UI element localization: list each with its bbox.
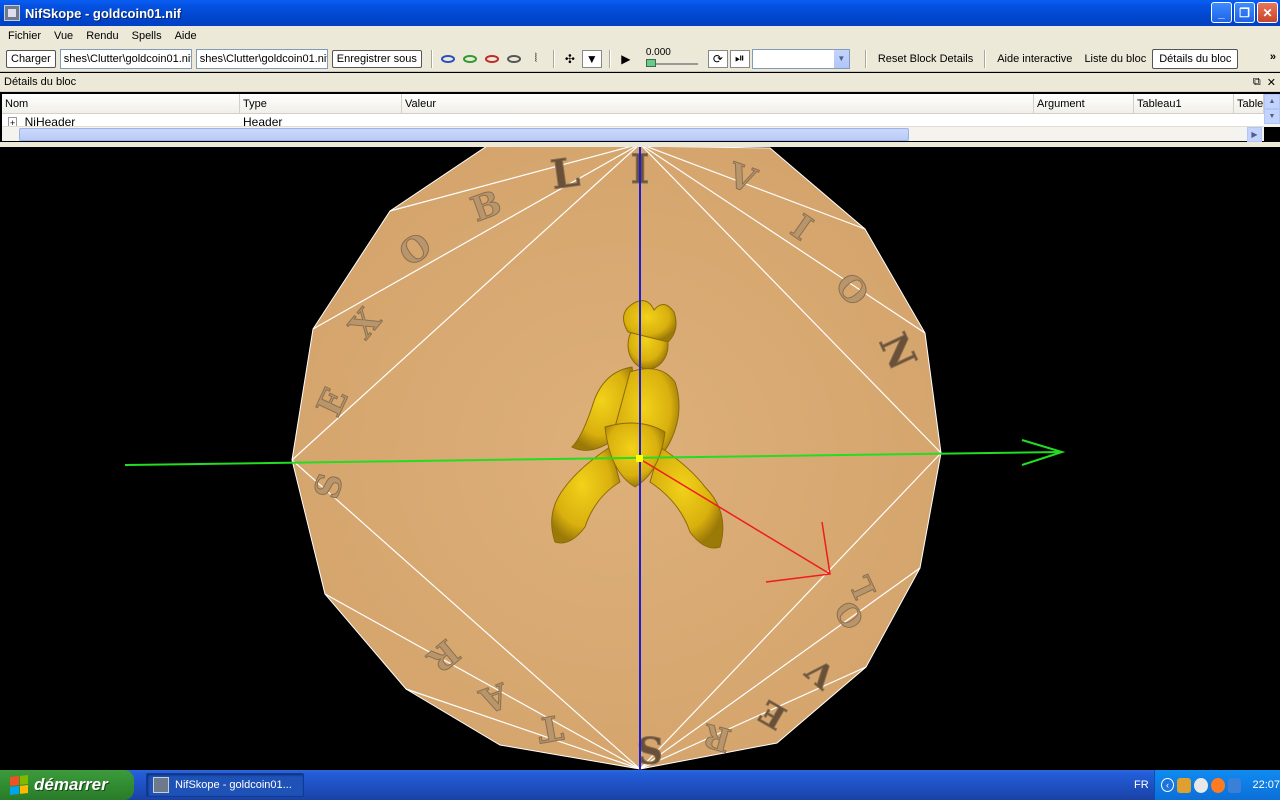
column-nom[interactable]: Nom — [2, 94, 240, 113]
float-panel-icon[interactable]: ⧉ — [1253, 76, 1261, 89]
nifskope-app-icon[interactable] — [4, 5, 20, 21]
minimize-button[interactable]: _ — [1211, 2, 1232, 23]
load-path-input[interactable]: shes\Clutter\goldcoin01.nif — [59, 48, 192, 69]
load-button[interactable]: Charger — [6, 49, 56, 68]
panel-title: Détails du bloc — [4, 76, 77, 88]
network-icon[interactable] — [1177, 777, 1191, 793]
scroll-up-icon[interactable]: ▲ — [1264, 94, 1280, 109]
windows-flag-icon — [10, 775, 28, 795]
horizontal-scrollbar[interactable]: ▶ — [2, 126, 1264, 142]
vertical-scrollbar[interactable]: ▲ ▼ — [1264, 94, 1280, 127]
toolbar-separator — [430, 49, 433, 68]
view-top-icon[interactable] — [482, 50, 502, 68]
system-tray: ‹ 22:07 — [1154, 770, 1280, 800]
language-indicator[interactable]: FR — [1134, 779, 1149, 791]
save-path-input[interactable]: shes\Clutter\goldcoin01.nif — [195, 48, 328, 69]
anim-slider-thumb[interactable] — [645, 58, 656, 67]
anim-time-slider[interactable]: 0.000 — [645, 46, 698, 70]
menu-aide[interactable]: Aide — [170, 30, 205, 42]
block-details-header: Détails du bloc — [0, 73, 1280, 92]
scroll-right-icon[interactable]: ▶ — [1247, 127, 1262, 142]
toolbar-separator — [608, 49, 611, 68]
tray-expand-icon[interactable]: ‹ — [1161, 778, 1175, 792]
render-viewport[interactable]: L I S E X O B V I O N L O V E R S R A T — [0, 147, 1280, 770]
menu-rendu[interactable]: Rendu — [81, 30, 126, 42]
scrollbar-thumb[interactable] — [19, 128, 909, 141]
close-panel-icon[interactable]: ✕ — [1267, 76, 1276, 89]
maximize-button[interactable]: ❐ — [1234, 2, 1255, 23]
menu-fichier[interactable]: Fichier — [3, 30, 49, 42]
toolbar-separator — [864, 49, 867, 68]
menu-vue[interactable]: Vue — [49, 30, 81, 42]
security-icon[interactable] — [1193, 777, 1208, 793]
move-tool-icon[interactable]: ✣ — [560, 50, 580, 68]
coin-render: L I S E X O B V I O N L O V E R S R A T — [124, 147, 1066, 770]
view-front-icon[interactable] — [438, 50, 458, 68]
switch-anim-icon[interactable]: ⏯ — [729, 49, 750, 68]
task-label: NifSkope - goldcoin01... — [175, 779, 292, 791]
taskbar-item-nifskope[interactable]: NifSkope - goldcoin01... — [146, 773, 304, 797]
taskbar: démarrer NifSkope - goldcoin01... FR ‹ 2… — [0, 770, 1280, 800]
start-label: démarrer — [34, 775, 108, 794]
title-bar: NifSkope - goldcoin01.nif _ ❐ ✕ — [0, 0, 1280, 26]
block-list-button[interactable]: Liste du bloc — [1078, 53, 1152, 65]
interactive-help-button[interactable]: Aide interactive — [991, 53, 1078, 65]
walk-mode-icon[interactable]: ⦚ — [526, 50, 546, 68]
close-button[interactable]: ✕ — [1257, 2, 1278, 23]
dropdown-chevron-icon[interactable]: ▼ — [581, 49, 602, 68]
origin-marker — [636, 455, 643, 462]
start-button[interactable]: démarrer — [0, 770, 134, 800]
play-icon[interactable]: ▶ — [616, 50, 636, 68]
table-header: Nom Type Valeur Argument Tableau1 Table — [2, 94, 1264, 114]
save-as-button[interactable]: Enregistrer sous — [331, 49, 422, 68]
menu-bar: Fichier Vue Rendu Spells Aide — [0, 26, 1280, 46]
column-tableau1[interactable]: Tableau1 — [1134, 94, 1234, 113]
window-title: NifSkope - goldcoin01.nif — [25, 5, 182, 21]
toolbar-separator — [552, 49, 555, 68]
view-user-icon[interactable] — [504, 50, 524, 68]
loop-icon[interactable]: ⟳ — [707, 49, 728, 68]
column-type[interactable]: Type — [240, 94, 402, 113]
toolbar-separator — [984, 49, 987, 68]
nifskope-task-icon — [153, 777, 169, 793]
menu-spells[interactable]: Spells — [127, 30, 170, 42]
view-side-icon[interactable] — [460, 50, 480, 68]
block-details-table: Nom Type Valeur Argument Tableau1 Table … — [2, 94, 1264, 127]
column-valeur[interactable]: Valeur — [402, 94, 1034, 113]
chevron-down-icon[interactable]: ▼ — [832, 49, 849, 68]
reset-block-details-button[interactable]: Reset Block Details — [872, 53, 979, 65]
volume-icon[interactable] — [1227, 777, 1242, 793]
app-tray-icon[interactable] — [1210, 777, 1225, 793]
column-argument[interactable]: Argument — [1034, 94, 1134, 113]
animation-select[interactable]: ▼ — [751, 48, 850, 69]
anim-time-value: 0.000 — [645, 46, 671, 58]
block-details-button[interactable]: Détails du bloc — [1152, 48, 1239, 69]
scroll-down-icon[interactable]: ▼ — [1264, 109, 1280, 124]
column-table[interactable]: Table — [1234, 94, 1264, 113]
clock[interactable]: 22:07 — [1252, 779, 1280, 791]
toolbar-overflow-icon[interactable]: » — [1270, 51, 1276, 63]
main-toolbar: Charger shes\Clutter\goldcoin01.nif shes… — [0, 46, 1280, 72]
